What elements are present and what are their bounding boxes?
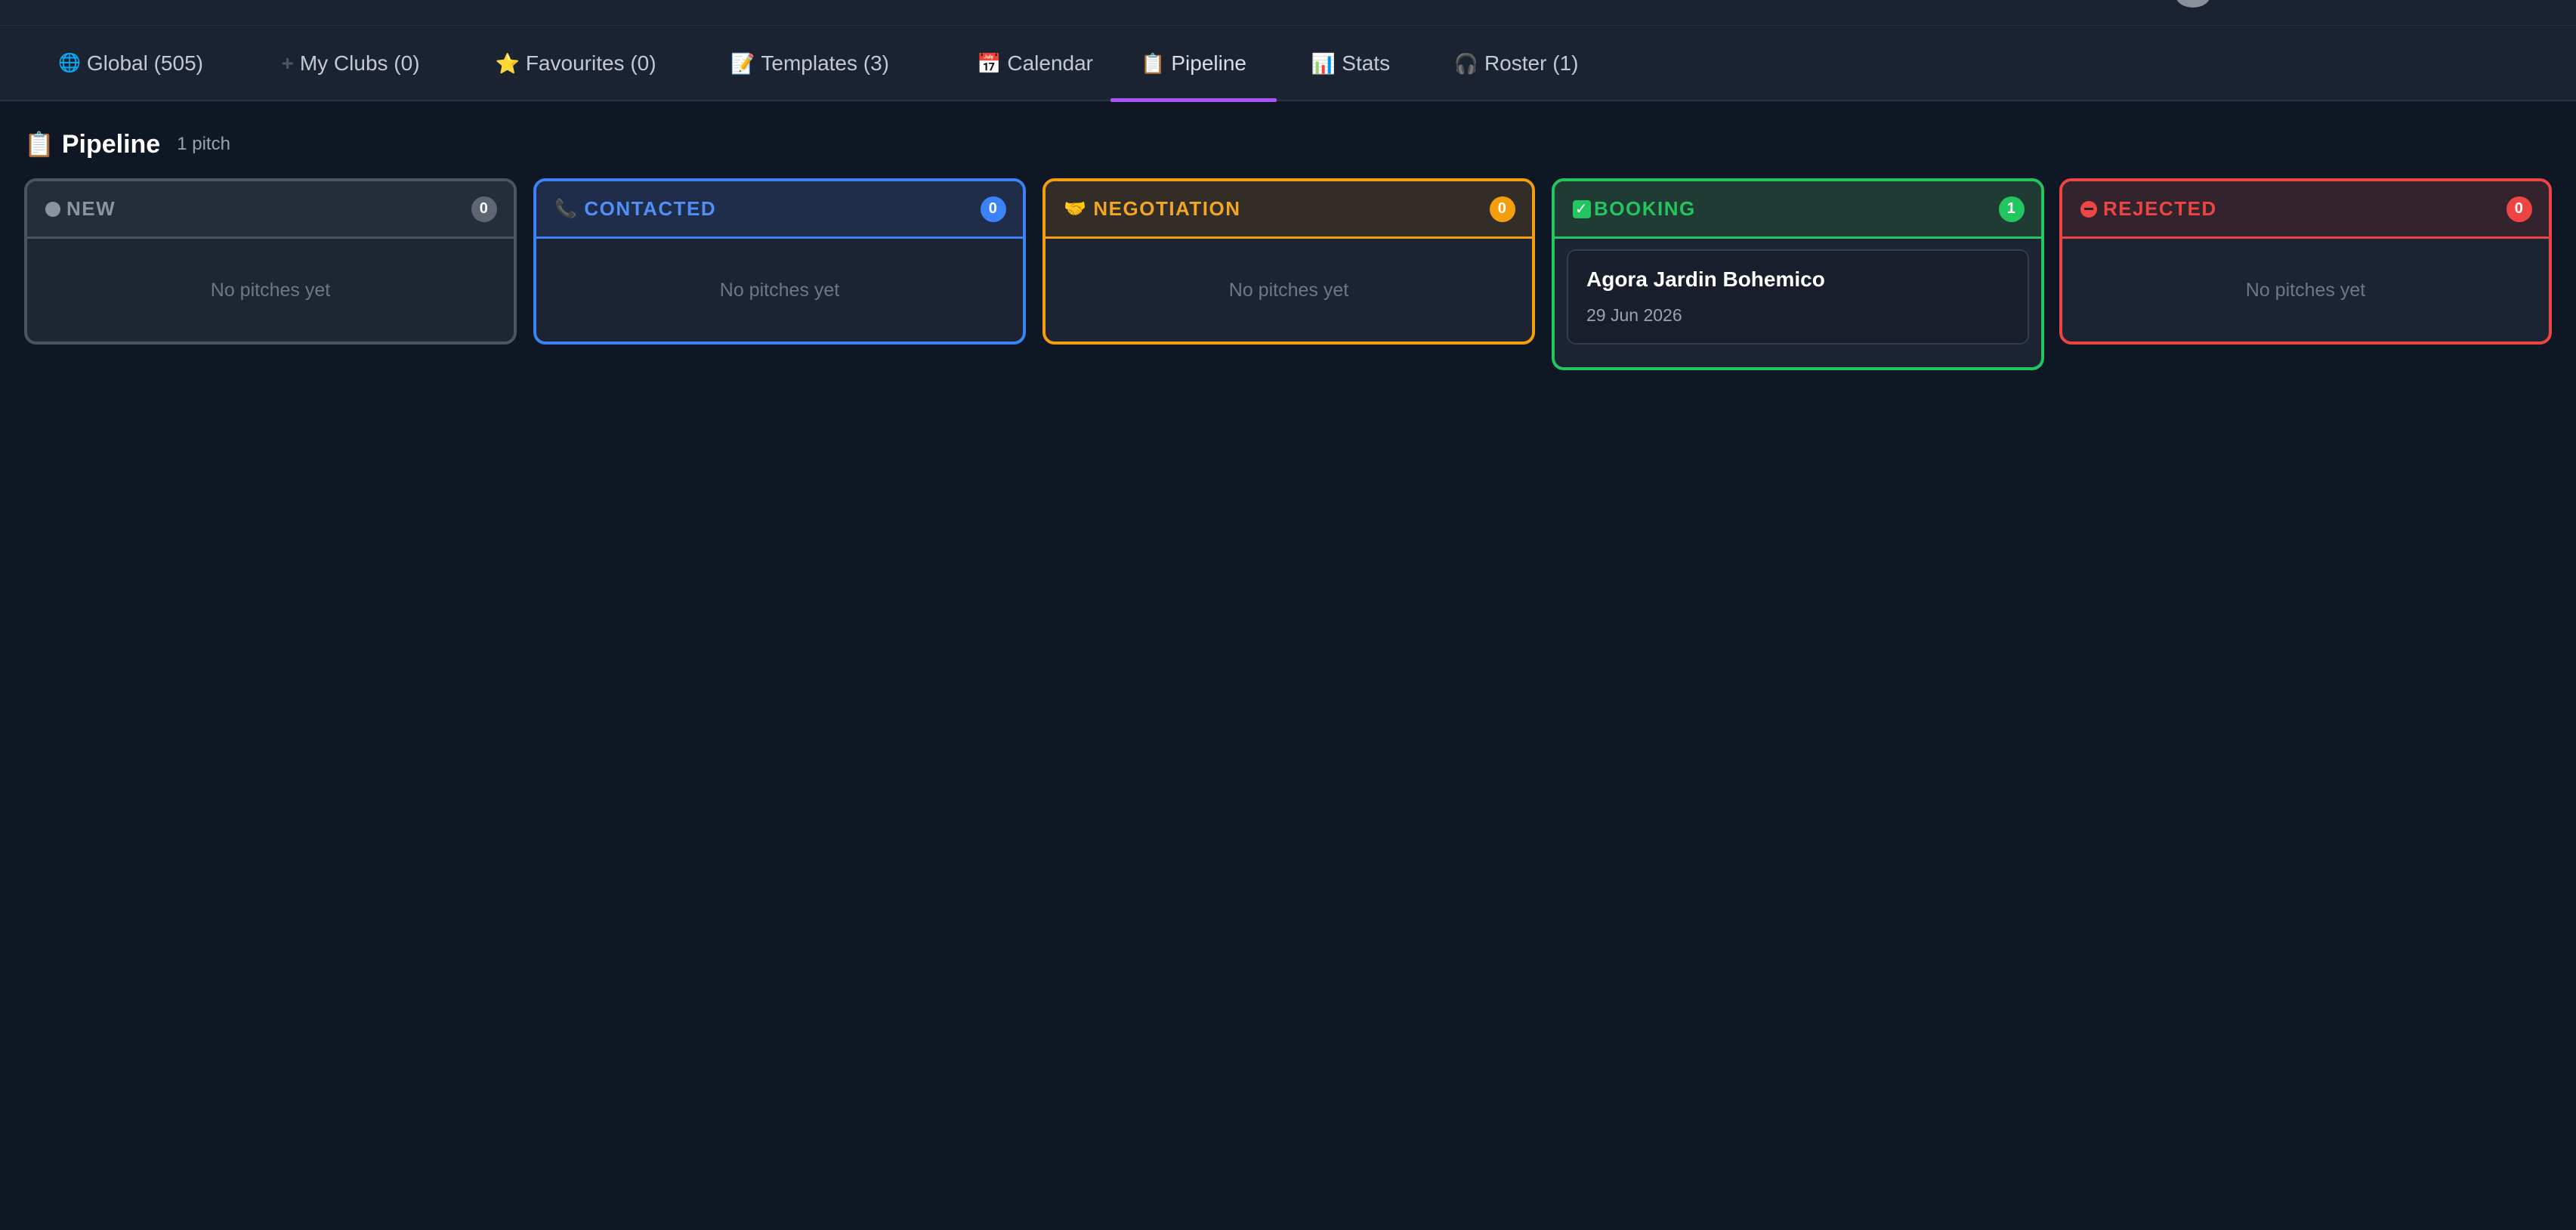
top-strip — [0, 0, 2576, 26]
pitch-count: 1 pitch — [177, 134, 230, 154]
star-icon: ⭐ — [495, 52, 520, 75]
avatar[interactable] — [2176, 0, 2210, 8]
tab-bar: 🌐 Global (505) + My Clubs (0) ⭐ Favourit… — [0, 26, 2576, 102]
grey-dot-icon — [45, 201, 60, 217]
headphones-icon: 🎧 — [1453, 52, 1478, 75]
empty-state: No pitches yet — [719, 279, 840, 301]
bar-chart-icon: 📊 — [1311, 52, 1336, 75]
count-badge: 1 — [1999, 196, 2025, 222]
tab-calendar[interactable]: 📅 Calendar — [950, 26, 1120, 101]
phone-icon: 📞 — [554, 199, 579, 219]
column-header: NEW 0 — [27, 181, 514, 239]
count-badge: 0 — [2507, 196, 2532, 222]
column-title: NEW — [66, 197, 116, 220]
plus-icon: + — [281, 51, 294, 75]
handshake-icon: 🤝 — [1064, 199, 1088, 219]
column-new: NEW 0 No pitches yet — [24, 178, 517, 345]
column-title: CONTACTED — [584, 197, 717, 220]
column-rejected: REJECTED 0 No pitches yet — [2059, 178, 2552, 345]
tab-pipeline[interactable]: 📋 Pipeline — [1110, 26, 1277, 102]
column-negotiation: 🤝 NEGOTIATION 0 No pitches yet — [1042, 178, 1535, 345]
tab-roster[interactable]: 🎧 Roster (1) — [1452, 26, 1580, 101]
empty-state: No pitches yet — [2245, 279, 2366, 301]
tab-my-clubs[interactable]: + My Clubs (0) — [266, 26, 435, 101]
tab-label: Favourites (0) — [525, 51, 656, 75]
tab-label: Templates (3) — [761, 51, 889, 75]
page-header: 📋 Pipeline 1 pitch — [24, 127, 230, 162]
memo-icon: 📝 — [730, 52, 755, 75]
tab-favourites[interactable]: ⭐ Favourites (0) — [483, 26, 668, 101]
column-header: 🤝 NEGOTIATION 0 — [1046, 181, 1532, 239]
empty-state: No pitches yet — [1228, 279, 1349, 301]
column-booking: ✓ BOOKING 1 Agora Jardin Bohemico 29 Jun… — [1552, 178, 2044, 370]
calendar-icon: 📅 — [976, 52, 1002, 75]
tab-label: Roster (1) — [1484, 51, 1579, 75]
pitch-card[interactable]: Agora Jardin Bohemico 29 Jun 2026 — [1567, 249, 2029, 345]
column-title: REJECTED — [2103, 197, 2217, 220]
clipboard-icon: 📋 — [1140, 52, 1166, 75]
pitch-name: Agora Jardin Bohemico — [1586, 267, 1825, 291]
column-title: BOOKING — [1594, 197, 1696, 220]
column-header: 📞 CONTACTED 0 — [536, 181, 1023, 239]
pitch-date: 29 Jun 2026 — [1586, 305, 1682, 325]
tab-templates[interactable]: 📝 Templates (3) — [721, 26, 899, 101]
count-badge: 0 — [1490, 196, 1515, 222]
count-badge: 0 — [471, 196, 497, 222]
column-contacted: 📞 CONTACTED 0 No pitches yet — [533, 178, 1026, 345]
check-box-icon: ✓ — [1573, 199, 1591, 218]
clipboard-icon: 📋 — [24, 131, 54, 158]
minus-circle-icon — [2080, 200, 2097, 218]
tab-label: Pipeline — [1171, 51, 1246, 75]
page-title: Pipeline — [61, 129, 161, 159]
column-title: NEGOTIATION — [1093, 197, 1241, 220]
tab-stats[interactable]: 📊 Stats — [1307, 26, 1395, 101]
column-header: REJECTED 0 — [2062, 181, 2549, 239]
tab-label: Stats — [1342, 51, 1391, 75]
count-badge: 0 — [981, 196, 1006, 222]
empty-state: No pitches yet — [210, 279, 331, 301]
tab-label: My Clubs (0) — [299, 51, 420, 75]
column-header: ✓ BOOKING 1 — [1555, 181, 2041, 239]
tab-global[interactable]: 🌐 Global (505) — [35, 26, 227, 101]
tab-label: Calendar — [1007, 51, 1093, 75]
globe-icon: 🌐 — [58, 53, 81, 73]
tab-label: Global (505) — [86, 51, 203, 75]
